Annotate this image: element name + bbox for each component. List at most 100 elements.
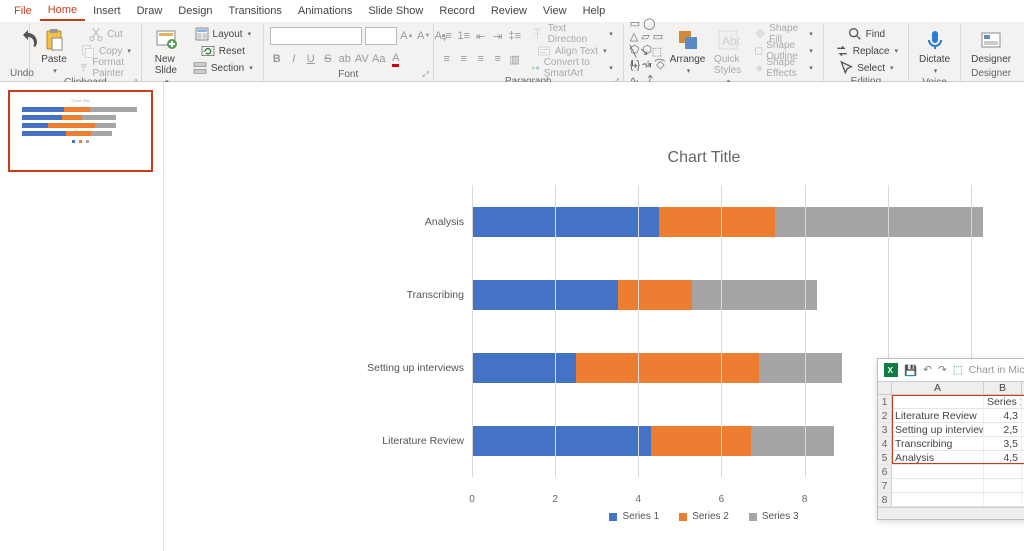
cell[interactable]: Analysis xyxy=(892,451,984,464)
section-button[interactable]: Section▾ xyxy=(188,60,257,76)
category-label: Analysis xyxy=(354,216,472,228)
svg-text:X: X xyxy=(888,366,894,375)
col-header[interactable]: B xyxy=(984,382,1022,394)
quick-styles-button[interactable]: AbcQuick Styles▾ xyxy=(710,26,746,88)
align-left-icon[interactable]: ≡ xyxy=(440,52,454,66)
category-label: Setting up interviews xyxy=(354,362,472,374)
char-spacing-icon[interactable]: AV xyxy=(355,52,369,66)
indent-dec-icon[interactable]: ⇤ xyxy=(474,29,488,43)
decrease-font-icon[interactable]: A▼ xyxy=(417,29,431,43)
bar-segment-series2 xyxy=(659,207,775,237)
arrange-button[interactable]: Arrange▾ xyxy=(670,26,706,77)
gridline xyxy=(638,185,639,477)
cut-button[interactable]: Cut xyxy=(76,26,135,42)
menu-review[interactable]: Review xyxy=(483,2,535,20)
font-size-combo[interactable] xyxy=(365,27,397,45)
chart-data-window[interactable]: X 💾 ↶ ↷ ⬚ Chart in Microsoft PowerPoint … xyxy=(877,358,1024,520)
menu-design[interactable]: Design xyxy=(170,2,220,20)
open-excel-icon[interactable]: ⬚ xyxy=(953,364,963,376)
bar-segment-series2 xyxy=(576,353,759,383)
cell[interactable] xyxy=(984,465,1022,478)
para-row2: ≡ ≡ ≡ ≡ ▥ xyxy=(440,49,522,69)
sheet-redo-icon[interactable]: ↷ xyxy=(938,364,947,376)
cell[interactable] xyxy=(984,479,1022,492)
cell[interactable]: 4,3 xyxy=(984,409,1022,422)
bold-icon[interactable]: B xyxy=(270,52,284,66)
menu-animations[interactable]: Animations xyxy=(290,2,360,20)
save-icon[interactable]: 💾 xyxy=(904,364,917,377)
cell[interactable]: 4,5 xyxy=(984,451,1022,464)
menu-insert[interactable]: Insert xyxy=(85,2,129,20)
align-right-icon[interactable]: ≡ xyxy=(474,52,488,66)
shapes-gallery[interactable]: ▭ ◯ △ ▱ ▭ ⬠ ⬡ ╲ ↘ ⬚ { } ☆ ◇ ↳ ↝ ⌒ ∿ ⤴ ⤵ … xyxy=(630,26,666,90)
menu-draw[interactable]: Draw xyxy=(129,2,171,20)
change-case-icon[interactable]: Aa xyxy=(372,52,386,66)
col-header[interactable]: A xyxy=(892,382,984,394)
cell[interactable] xyxy=(984,493,1022,506)
cell[interactable] xyxy=(892,493,984,506)
cell[interactable]: 2,5 xyxy=(984,423,1022,436)
paste-button[interactable]: Paste▾ xyxy=(36,26,72,77)
text-direction-button[interactable]: Text Direction▾ xyxy=(526,26,617,42)
cell[interactable] xyxy=(892,465,984,478)
menu-transitions[interactable]: Transitions xyxy=(221,2,290,20)
find-button[interactable]: Find xyxy=(830,26,902,42)
x-tick-label: 8 xyxy=(802,494,808,505)
dictate-button[interactable]: Dictate▾ xyxy=(915,26,954,77)
replace-button[interactable]: Replace▾ xyxy=(830,43,902,59)
cell[interactable] xyxy=(892,395,984,408)
svg-text:Abc: Abc xyxy=(722,34,740,48)
menu-slide-show[interactable]: Slide Show xyxy=(360,2,431,20)
cell[interactable]: Literature Review xyxy=(892,409,984,422)
designer-button[interactable]: Designer xyxy=(967,26,1015,67)
slide-canvas[interactable]: Chart Title AnalysisTranscribingSetting … xyxy=(164,82,1024,551)
legend-item: Series 2 xyxy=(679,511,729,522)
columns-icon[interactable]: ▥ xyxy=(508,52,522,66)
menu-help[interactable]: Help xyxy=(575,2,614,20)
chart-title: Chart Title xyxy=(354,149,1024,167)
line-spacing-icon[interactable]: ‡≡ xyxy=(508,29,522,43)
slide-thumbnail-1[interactable]: Chart Title xyxy=(8,90,153,172)
legend-swatch xyxy=(679,513,687,521)
cell[interactable]: Transcribing xyxy=(892,437,984,450)
cell[interactable]: 3,5 xyxy=(984,437,1022,450)
increase-font-icon[interactable]: A▲ xyxy=(400,29,414,43)
bullets-icon[interactable]: •≡ xyxy=(440,29,454,43)
font-color-icon[interactable]: A xyxy=(389,52,403,66)
shadow-icon[interactable]: ab xyxy=(338,52,352,66)
spreadsheet-scrollbar[interactable] xyxy=(878,507,1024,519)
shape-effects-button[interactable]: Shape Effects▾ xyxy=(750,60,817,76)
new-slide-button[interactable]: New Slide▾ xyxy=(148,26,184,88)
menu-home[interactable]: Home xyxy=(40,1,85,21)
font-family-combo[interactable] xyxy=(270,27,362,45)
cell[interactable]: Series 1 xyxy=(984,395,1022,408)
menu-file[interactable]: File xyxy=(6,2,40,20)
select-button[interactable]: Select▾ xyxy=(830,60,902,76)
convert-smartart-button[interactable]: Convert to SmartArt▾ xyxy=(526,60,617,76)
spreadsheet-grid[interactable]: ABCDEF1Series 1Series 2Series 32Literatu… xyxy=(878,381,1024,507)
numbering-icon[interactable]: 1≡ xyxy=(457,29,471,43)
slide-panel[interactable]: Chart Title xyxy=(0,82,164,551)
sheet-undo-icon[interactable]: ↶ xyxy=(923,364,932,376)
bar-segment-series3 xyxy=(692,280,817,310)
justify-icon[interactable]: ≡ xyxy=(491,52,505,66)
format-painter-button[interactable]: Format Painter xyxy=(76,60,135,76)
align-center-icon[interactable]: ≡ xyxy=(457,52,471,66)
cell[interactable]: Setting up interviews xyxy=(892,423,984,436)
group-font-label: Font⤢ xyxy=(270,69,427,81)
italic-icon[interactable]: I xyxy=(287,52,301,66)
legend-label: Series 3 xyxy=(762,511,799,522)
category-label: Transcribing xyxy=(354,289,472,301)
indent-inc-icon[interactable]: ⇥ xyxy=(491,29,505,43)
bar-segment-series2 xyxy=(618,280,693,310)
menu-record[interactable]: Record xyxy=(431,2,482,20)
cell[interactable] xyxy=(892,479,984,492)
chart-data-titlebar[interactable]: X 💾 ↶ ↷ ⬚ Chart in Microsoft PowerPoint xyxy=(878,359,1024,381)
gridline xyxy=(721,185,722,477)
layout-button[interactable]: Layout▾ xyxy=(188,26,257,42)
reset-button[interactable]: Reset xyxy=(188,43,257,59)
menu-view[interactable]: View xyxy=(535,2,575,20)
excel-icon: X xyxy=(884,363,898,377)
underline-icon[interactable]: U xyxy=(304,52,318,66)
strike-icon[interactable]: S xyxy=(321,52,335,66)
